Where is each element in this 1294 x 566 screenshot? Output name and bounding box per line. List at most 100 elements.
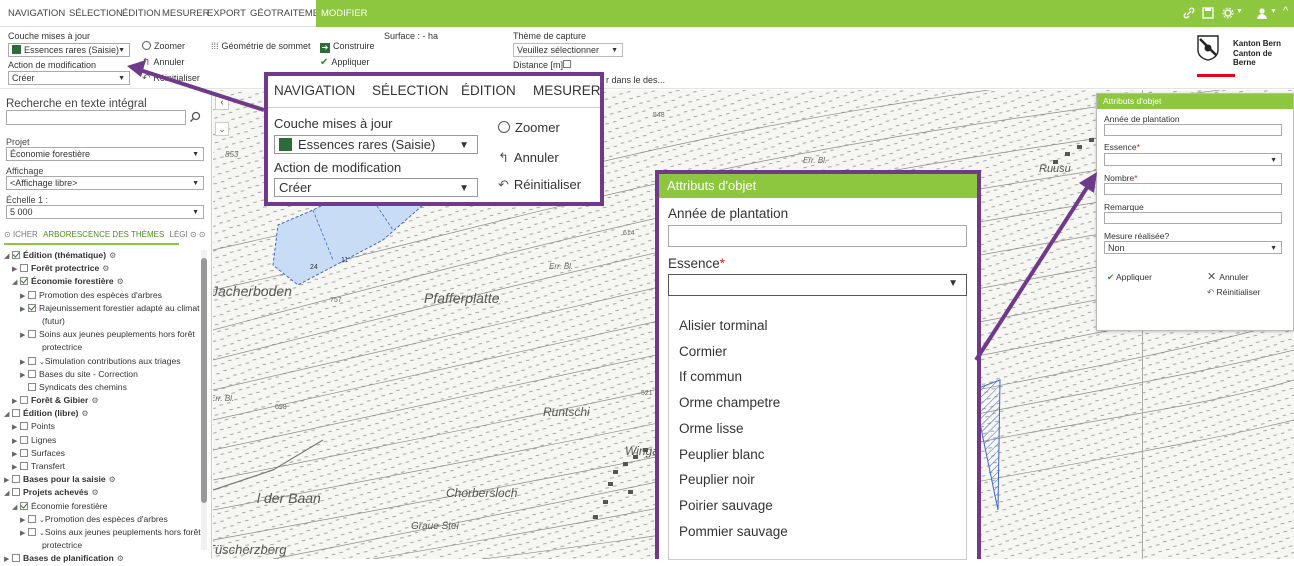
layer-checkbox[interactable] <box>12 475 20 484</box>
attributes-apply-button[interactable]: ✔ Appliquer <box>1107 272 1152 283</box>
expand-closed-icon[interactable]: ▶ <box>4 474 12 487</box>
user-icon[interactable] <box>1256 7 1268 19</box>
menu-navigation[interactable]: NAVIGATION <box>8 0 65 27</box>
callout-action-select[interactable]: Créer ▼ <box>274 178 478 197</box>
callout-tab-selection[interactable]: SÉLECTION <box>372 83 449 98</box>
menu-export[interactable]: EXPORT <box>207 0 246 27</box>
layer-checkbox[interactable] <box>28 514 36 523</box>
essence-option[interactable]: Peuplier noir <box>679 472 755 487</box>
tab-legend[interactable]: LÉGI <box>170 230 188 239</box>
layer-checkbox[interactable] <box>20 501 28 510</box>
user-dropdown-icon[interactable]: ▼ <box>1270 8 1277 15</box>
theme-tree-node[interactable]: Syndicats des chemins <box>4 381 206 394</box>
remark-input[interactable] <box>1104 212 1282 224</box>
theme-tree-node[interactable]: ◢ Économie forestière ⚙ <box>4 275 206 288</box>
measure-done-select[interactable]: Non ▼ <box>1104 241 1282 254</box>
expand-closed-icon[interactable]: ▶ <box>20 303 28 316</box>
theme-tree-node[interactable]: ▶ ⌄Promotion des espèces d'arbres <box>4 513 206 526</box>
callout-tab-edition[interactable]: ÉDITION <box>461 83 516 98</box>
expand-open-icon[interactable]: ◢ <box>12 501 20 514</box>
menu-modifier-tab[interactable]: MODIFIER × <box>316 0 380 50</box>
theme-tree-node[interactable]: ▶ Bases du site - Correction <box>4 368 206 381</box>
theme-tree-node[interactable]: ▶ Forêt protectrice ⚙ <box>4 262 206 275</box>
expand-closed-icon[interactable]: ▶ <box>20 356 28 369</box>
capture-theme-select[interactable]: Veuillez sélectionner ▼ <box>513 43 623 57</box>
gear-icon[interactable]: ⚙ <box>117 277 124 286</box>
essence-option[interactable]: Alisier torminal <box>679 318 768 333</box>
settings-dropdown-icon[interactable]: ▼ <box>1236 8 1243 15</box>
theme-tree-node[interactable]: ▶ Bases pour la saisie ⚙ <box>4 473 206 486</box>
calculator-icon[interactable] <box>563 60 571 68</box>
menu-edition[interactable]: ÉDITION <box>122 0 161 27</box>
theme-tree-node[interactable]: ◢ Édition (thématique) ⚙ <box>4 249 206 262</box>
layer-checkbox[interactable] <box>20 462 28 470</box>
essence-option[interactable]: Peuplier blanc <box>679 447 765 462</box>
expand-closed-icon[interactable]: ▶ <box>12 395 20 408</box>
callout-planting-year-input[interactable] <box>668 225 967 247</box>
tab-prev-arrow-icon[interactable]: ⊙ <box>4 230 13 239</box>
expand-closed-icon[interactable]: ▶ <box>20 527 28 540</box>
planting-year-input[interactable] <box>1104 124 1282 136</box>
theme-tree-node[interactable]: protectrice <box>4 341 206 354</box>
essence-option[interactable]: If commun <box>679 369 742 384</box>
layer-checkbox[interactable] <box>12 554 20 563</box>
save-icon[interactable] <box>1202 7 1214 19</box>
callout-layer-select[interactable]: Essences rares (Saisie) ▼ <box>274 135 478 154</box>
layer-checkbox[interactable] <box>28 330 36 339</box>
essence-option[interactable]: Cormier <box>679 344 727 359</box>
fulltext-search-input[interactable] <box>6 110 186 125</box>
gear-icon[interactable]: ⚙ <box>109 475 116 484</box>
expand-closed-icon[interactable]: ▶ <box>20 514 28 527</box>
theme-tree-node[interactable]: ◢ Édition (libre) ⚙ <box>4 407 206 420</box>
layer-checkbox[interactable] <box>28 369 36 378</box>
expand-closed-icon[interactable]: ▶ <box>20 329 28 342</box>
essence-option[interactable]: Orme lisse <box>679 421 744 436</box>
theme-tree-node[interactable]: ◢ Économie forestière <box>4 500 206 513</box>
tab-theme-tree[interactable]: ARBORESCENCE DES THÈMES <box>43 230 164 239</box>
gear-icon[interactable]: ⚙ <box>91 396 98 405</box>
theme-tree-node[interactable]: ▶ Forêt & Gibier ⚙ <box>4 394 206 407</box>
callout-tab-navigation[interactable]: NAVIGATION <box>274 83 355 98</box>
attributes-reset-button[interactable]: ↶ Réinitialiser <box>1207 287 1260 298</box>
expand-open-icon[interactable]: ◢ <box>4 250 12 263</box>
theme-tree-node[interactable]: (futur) <box>4 315 206 328</box>
essence-option[interactable]: Orme champetre <box>679 395 780 410</box>
menu-mesurer[interactable]: MESURER <box>162 0 210 27</box>
layer-checkbox[interactable] <box>20 264 28 273</box>
reset-button[interactable]: ↶ Réinitialiser <box>142 68 200 86</box>
expand-closed-icon[interactable]: ▶ <box>12 435 20 448</box>
essence-option[interactable]: Pommier sauvage <box>679 524 788 539</box>
theme-tree-node[interactable]: ▶ Lignes <box>4 434 206 447</box>
layer-checkbox[interactable] <box>20 277 28 286</box>
theme-tree-node[interactable]: ▶ Transfert <box>4 460 206 473</box>
callout-reset-button[interactable]: ↶ Réinitialiser <box>498 177 581 193</box>
callout-cancel-button[interactable]: ↰ Annuler <box>498 150 559 166</box>
theme-tree-node[interactable]: ▶ ⌄Simulation contributions aux triages <box>4 355 206 368</box>
expand-closed-icon[interactable]: ▶ <box>20 369 28 382</box>
theme-tree-node[interactable]: ▶ Soins aux jeunes peuplements hors forêt <box>4 328 206 341</box>
expand-closed-icon[interactable]: ▶ <box>12 461 20 474</box>
essence-option[interactable]: Poirier sauvage <box>679 498 773 513</box>
apply-button[interactable]: ✔ Appliquer <box>320 52 369 70</box>
theme-tree-node[interactable]: ◢ Projets achevés ⚙ <box>4 486 206 499</box>
layer-checkbox[interactable] <box>20 435 28 444</box>
number-input[interactable] <box>1104 183 1282 195</box>
layer-checkbox[interactable] <box>20 448 28 457</box>
expand-closed-icon[interactable]: ▶ <box>12 263 20 276</box>
expand-closed-icon[interactable]: ▶ <box>4 553 12 566</box>
theme-tree-node[interactable]: ▶ ⌄Soins aux jeunes peuplements hors forê… <box>4 526 206 539</box>
theme-tree-node[interactable]: ▶ Surfaces <box>4 447 206 460</box>
expand-open-icon[interactable]: ◢ <box>4 408 12 421</box>
collapse-left-panel-button[interactable]: ‹ <box>215 96 229 110</box>
layer-checkbox[interactable] <box>20 396 28 405</box>
theme-tree-node[interactable]: protectrice <box>4 539 206 552</box>
layer-checkbox[interactable] <box>28 290 36 299</box>
gear-icon[interactable]: ⚙ <box>102 264 109 273</box>
expand-open-icon[interactable]: ◢ <box>12 276 20 289</box>
action-select[interactable]: Créer ▼ <box>8 71 130 85</box>
callout-tab-mesurer[interactable]: MESURER <box>533 83 601 98</box>
gear-icon[interactable]: ⚙ <box>109 251 116 260</box>
callout-essence-select[interactable]: ▼ <box>668 274 967 296</box>
search-icon[interactable] <box>189 111 201 123</box>
layer-checkbox[interactable] <box>28 527 36 536</box>
